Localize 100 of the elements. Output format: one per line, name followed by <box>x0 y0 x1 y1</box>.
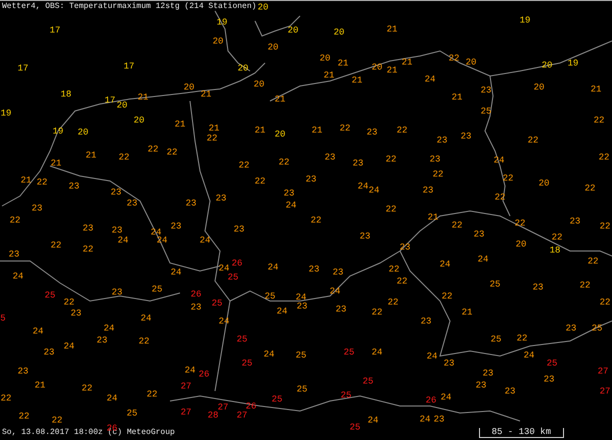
temperature-value: 22 <box>494 194 506 202</box>
temperature-value: 22 <box>118 154 130 162</box>
temperature-value: 24 <box>104 324 114 334</box>
temperature-value: 23 <box>170 222 182 232</box>
temperature-value: 25 <box>212 300 222 308</box>
temperature-value: 22 <box>502 174 514 184</box>
temperature-value: 23 <box>482 370 494 378</box>
temperature-value: 26 <box>232 260 242 268</box>
temperature-value: 23 <box>190 304 202 312</box>
temperature-value: 22 <box>388 266 400 274</box>
temperature-value: 21 <box>254 126 266 136</box>
temperature-value: 24 <box>170 268 182 278</box>
temperature-value: 24 <box>32 328 44 336</box>
temperature-value: 22 <box>598 154 610 162</box>
temperature-value: 23 <box>18 368 28 376</box>
temperature-value: 22 <box>588 258 598 266</box>
temperature-value: 25 <box>236 336 248 344</box>
temperature-value: 22 <box>340 124 350 134</box>
temperature-value: 20 <box>538 180 550 188</box>
temperature-value: 24 <box>106 394 118 404</box>
temperature-value: 21 <box>386 26 398 34</box>
temperature-value: 21 <box>138 94 148 102</box>
temperature-value: 20 <box>372 64 382 72</box>
temperature-value: 25 <box>272 396 282 404</box>
temperature-value: 23 <box>400 244 410 252</box>
temperature-value: 25 <box>296 386 308 394</box>
temperature-value: 22 <box>514 220 526 228</box>
temperature-value: 21 <box>452 94 462 102</box>
temperature-value: 25 <box>480 108 492 116</box>
temperature-value: 25 <box>44 292 56 300</box>
temperature-value: 22 <box>138 338 150 346</box>
temperature-value: 21 <box>312 126 322 136</box>
temperature-value: 22 <box>50 242 62 250</box>
temperature-value: 24 <box>218 264 230 274</box>
temperature-value: 23 <box>544 376 554 384</box>
temperature-value: 23 <box>460 132 472 142</box>
temperature-value: 20 <box>116 102 128 110</box>
temperature-value: 20 <box>466 58 476 68</box>
temperature-value: 27 <box>236 412 248 420</box>
temperature-value: 22 <box>600 298 610 308</box>
temperature-value: 24 <box>276 308 288 316</box>
temperature-value: 23 <box>444 360 454 368</box>
temperature-value: 25 <box>264 292 276 302</box>
temperature-value: 22 <box>146 390 158 400</box>
temperature-value: 23 <box>360 232 370 242</box>
temperature-value: 23 <box>366 128 378 138</box>
temperature-value: 24 <box>118 236 128 246</box>
temperature-value: 23 <box>566 324 576 334</box>
temperature-value: 22 <box>516 334 528 344</box>
temperature-value: 27 <box>180 382 192 392</box>
temperature-value: 24 <box>368 416 378 426</box>
temperature-value: 25 <box>242 360 252 368</box>
temperature-value: 22 <box>396 126 408 136</box>
temperature-value: 24 <box>156 236 168 246</box>
temperature-value: 20 <box>254 80 264 90</box>
temperature-value: 21 <box>50 160 62 168</box>
temperature-value: 22 <box>52 416 62 426</box>
temperature-value: 24 <box>440 260 450 270</box>
temperature-value: 20 <box>184 84 194 92</box>
temperature-value: 19 <box>0 110 12 118</box>
temperature-value: 24 <box>286 202 296 210</box>
temperature-value: 22 <box>386 206 396 214</box>
temperature-value: 24 <box>368 186 380 196</box>
temperature-value: 19 <box>568 60 578 68</box>
temperature-value: 23 <box>216 194 226 204</box>
temperature-value: 20 <box>516 240 526 250</box>
temperature-value: 22 <box>388 298 398 308</box>
temperature-value: 22 <box>584 184 596 194</box>
temperature-value: 20 <box>320 54 330 64</box>
temperature-value: 20 <box>258 4 268 12</box>
temperature-value: 23 <box>332 268 344 278</box>
temperature-value: 19 <box>216 18 228 28</box>
temperature-value: 22 <box>148 146 158 154</box>
temperature-value: 22 <box>386 156 396 164</box>
temperature-value: 25 <box>592 324 602 334</box>
temperature-value: 23 <box>352 160 364 168</box>
temperature-value: 22 <box>18 412 30 422</box>
temperature-value: 23 <box>126 200 138 208</box>
temperature-value: 21 <box>462 308 472 318</box>
temperature-value: 27 <box>218 404 228 412</box>
map-scale-bar: 85 - 130 km <box>478 428 564 438</box>
temperature-value: 22 <box>600 222 610 232</box>
temperature-value: 24 <box>440 394 452 402</box>
temperature-value: 20 <box>268 44 278 52</box>
temperature-value: 24 <box>478 256 488 264</box>
temperature-value: 18 <box>550 246 560 256</box>
temperature-value: 28 <box>208 412 218 420</box>
temperature-value: 22 <box>452 222 462 230</box>
temperature-value: 22 <box>254 178 266 186</box>
temperature-value: 22 <box>238 162 250 170</box>
temperature-value: 22 <box>0 394 12 404</box>
temperature-value: 23 <box>420 318 432 326</box>
temperature-value: 22 <box>166 148 178 158</box>
temperature-value: 5 <box>0 314 6 324</box>
temperature-value: 21 <box>34 382 46 390</box>
temperature-value: 20 <box>534 84 544 92</box>
temperature-value: 24 <box>200 236 210 246</box>
temperature-value: 24 <box>184 366 196 376</box>
temperature-value: 21 <box>208 124 220 134</box>
temperature-value: 24 <box>296 294 306 302</box>
